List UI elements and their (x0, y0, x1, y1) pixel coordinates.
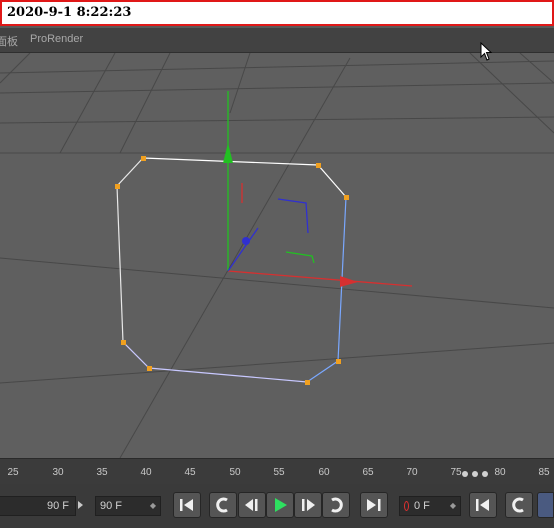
partial-button[interactable] (537, 492, 554, 518)
ruler-label: 60 (318, 467, 330, 478)
ruler-label: 30 (52, 467, 64, 478)
viewport-3d[interactable] (0, 53, 554, 458)
record-key-icon (404, 501, 409, 511)
go-to-end-button[interactable] (360, 492, 388, 518)
previous-key-button[interactable] (209, 492, 237, 518)
end-frame-field[interactable]: 90 F ◆ (95, 496, 161, 516)
next-key-icon (331, 497, 343, 513)
previous-key-icon (512, 497, 524, 513)
next-frame-button[interactable] (294, 492, 322, 518)
go-to-start-button-secondary[interactable] (469, 492, 497, 518)
viewport-canvas[interactable] (0, 53, 554, 458)
mouse-cursor-icon (480, 42, 493, 61)
current-frame-field[interactable]: 90 F (0, 496, 76, 516)
ruler-label: 25 (7, 467, 19, 478)
play-icon (275, 498, 287, 512)
next-frame-icon (302, 499, 315, 511)
timeline-ruler[interactable]: 25 30 35 40 45 50 55 60 65 70 75 80 85 (0, 458, 554, 485)
playback-toolbar: 90 F 90 F ◆ 0 F ◆ (0, 484, 554, 528)
menu-bar: 面板 ProRender (0, 28, 554, 53)
previous-frame-button[interactable] (238, 492, 266, 518)
keyframe-markers (462, 471, 508, 477)
go-to-start-button[interactable] (173, 492, 201, 518)
stepper-icon[interactable]: ◆ (150, 497, 156, 515)
ruler-label: 55 (273, 467, 285, 478)
play-button[interactable] (266, 492, 294, 518)
go-to-end-icon (367, 499, 381, 511)
timestamp-text: 2020-9-1 8:22:23 (7, 5, 132, 20)
previous-frame-icon (245, 499, 258, 511)
previous-key-icon (216, 497, 228, 513)
key-frame-field[interactable]: 0 F ◆ (399, 496, 461, 516)
ruler-label: 85 (538, 467, 550, 478)
ruler-label: 35 (96, 467, 108, 478)
ruler-label: 50 (229, 467, 241, 478)
ruler-label: 45 (184, 467, 196, 478)
menu-item-panel[interactable]: 面板 (0, 33, 18, 49)
ruler-label: 40 (140, 467, 152, 478)
next-key-button[interactable] (322, 492, 350, 518)
go-to-start-icon (180, 499, 193, 511)
play-arrow-small-icon[interactable] (78, 501, 83, 509)
previous-key-button-secondary[interactable] (505, 492, 533, 518)
stepper-icon[interactable]: ◆ (450, 497, 456, 515)
end-frame-value: 90 F (100, 500, 123, 512)
ruler-label: 65 (362, 467, 374, 478)
go-to-start-icon (476, 499, 489, 511)
key-frame-value: 0 F (414, 500, 430, 512)
menu-item-prorender[interactable]: ProRender (30, 33, 83, 45)
app-window: 2020-9-1 8:22:23 面板 ProRender 25 30 35 4… (0, 0, 554, 528)
ruler-label: 70 (406, 467, 418, 478)
current-frame-value: 90 F (46, 500, 69, 512)
timestamp-banner: 2020-9-1 8:22:23 (0, 0, 554, 26)
ruler-label: 75 (450, 467, 462, 478)
